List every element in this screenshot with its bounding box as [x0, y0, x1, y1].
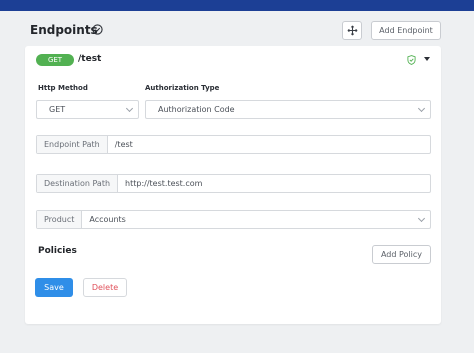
http-method-value: GET — [49, 105, 66, 114]
product-select[interactable]: Accounts — [82, 211, 430, 228]
circle-check-icon[interactable] — [92, 24, 103, 35]
destination-path-input[interactable]: http://test.test.com — [118, 175, 430, 192]
caret-down-icon[interactable] — [424, 57, 430, 61]
policies-title: Policies — [38, 246, 77, 256]
chevron-down-icon — [417, 104, 426, 113]
destination-path-addon: Destination Path — [37, 175, 119, 192]
authorization-type-select[interactable]: Authorization Code — [145, 100, 431, 119]
add-policy-button[interactable]: Add Policy — [372, 245, 431, 264]
expand-button[interactable] — [342, 21, 362, 40]
endpoint-card: GET /test Http Method GET Authorization … — [25, 46, 441, 324]
chevron-down-icon — [125, 104, 134, 113]
page-title: Endpoints — [30, 23, 98, 37]
shield-check-icon — [407, 55, 416, 65]
authorization-type-label: Authorization Type — [145, 84, 220, 92]
endpoint-path-field[interactable]: Endpoint Path /test — [36, 135, 431, 154]
top-bar — [0, 0, 474, 11]
chevron-down-icon — [417, 214, 426, 223]
endpoint-path-title: /test — [78, 54, 102, 64]
http-method-label: Http Method — [38, 84, 88, 92]
product-addon: Product — [37, 211, 83, 228]
product-value: Accounts — [89, 215, 126, 224]
authorization-type-value: Authorization Code — [158, 105, 235, 114]
product-field[interactable]: Product Accounts — [36, 210, 431, 229]
destination-path-field[interactable]: Destination Path http://test.test.com — [36, 174, 431, 193]
endpoint-path-input[interactable]: /test — [108, 136, 430, 153]
method-badge: GET — [36, 54, 74, 66]
endpoint-path-addon: Endpoint Path — [37, 136, 108, 153]
add-endpoint-button[interactable]: Add Endpoint — [371, 21, 441, 40]
delete-button[interactable]: Delete — [83, 278, 127, 297]
http-method-select[interactable]: GET — [36, 100, 139, 119]
plus-cross-icon — [347, 25, 357, 36]
save-button[interactable]: Save — [35, 278, 73, 297]
